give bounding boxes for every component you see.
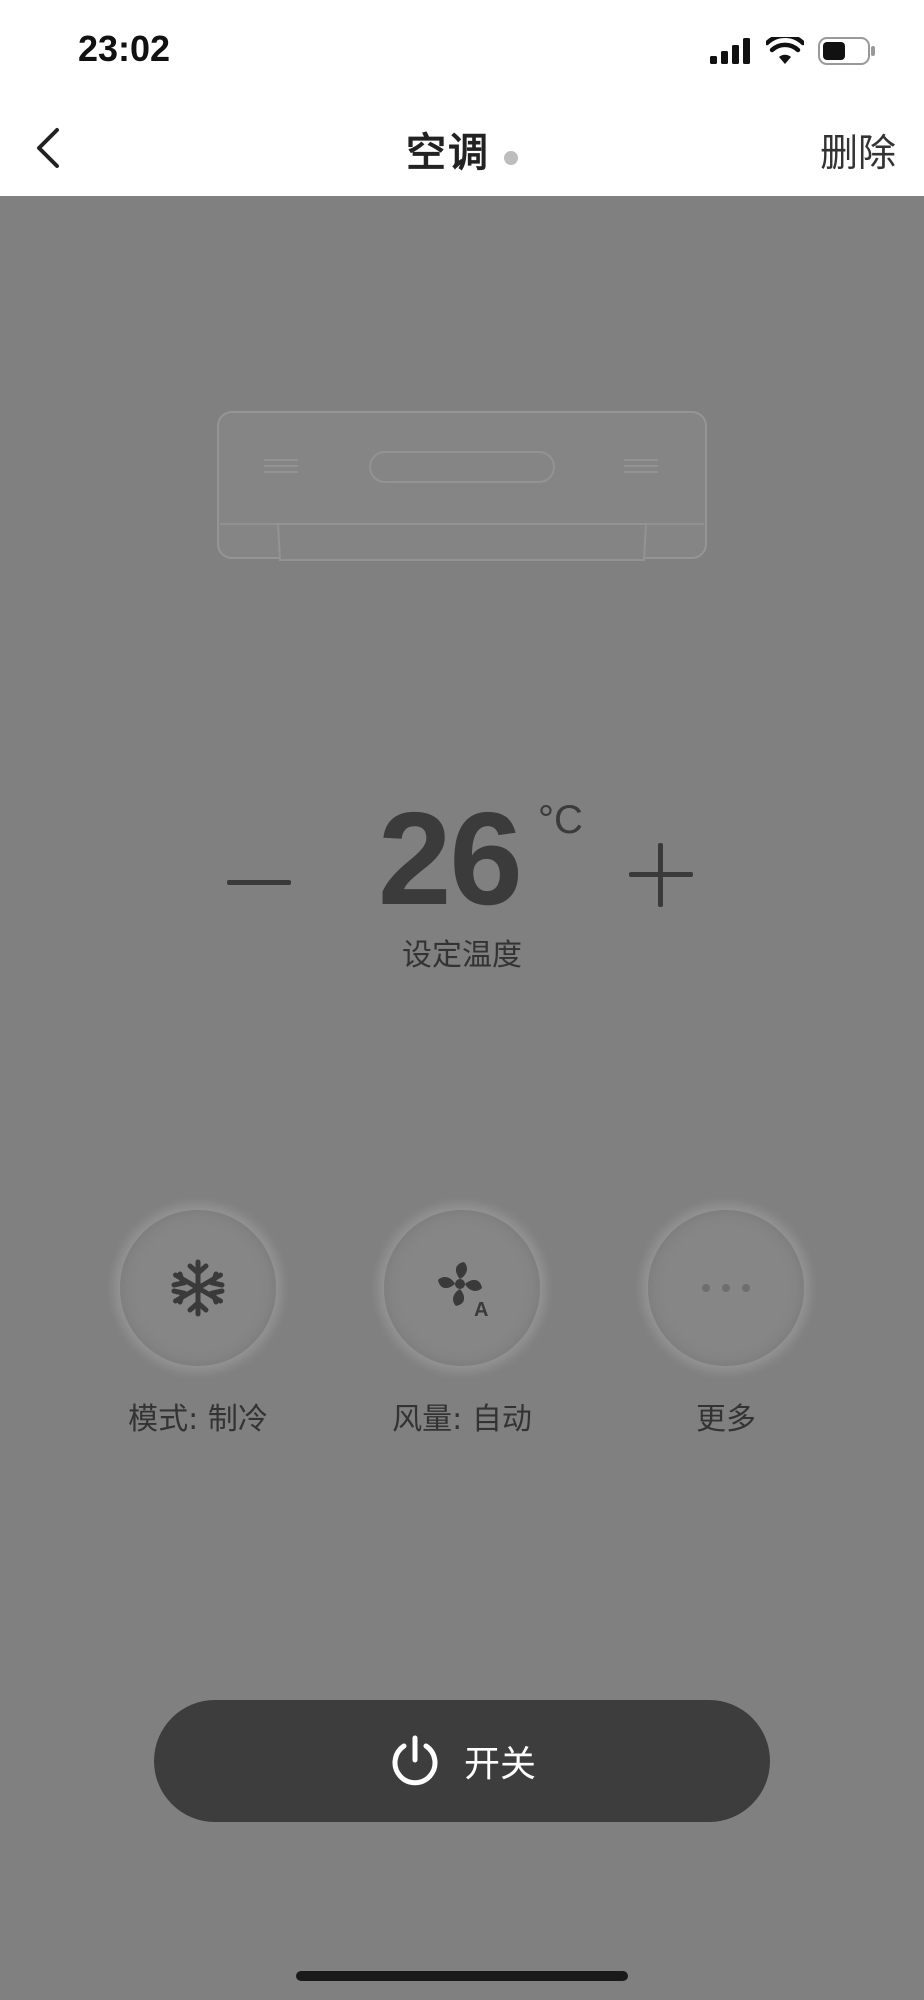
decrease-temperature-button[interactable] [224,860,294,904]
status-icons [710,34,876,68]
more-icon [702,1284,750,1292]
mode-label: 模式: 制冷 [128,1402,268,1437]
status-bar: 23:02 [0,0,924,100]
fan-auto-icon: A [438,1262,488,1320]
more-control[interactable]: 更多 [626,1210,826,1438]
mode-control[interactable]: 模式: 制冷 [98,1210,298,1438]
plus-icon-vertical [658,843,663,907]
fan-speed-button[interactable]: A [384,1210,540,1366]
fan-speed-control[interactable]: A 风量: 自动 [362,1210,562,1438]
status-dot [504,150,518,165]
status-time: 23:02 [78,28,171,69]
battery-icon [818,37,875,65]
temperature-label: 设定温度 [402,938,522,973]
more-button[interactable] [648,1210,804,1366]
page-title: 空调 [406,130,490,176]
signal-icon [710,38,750,64]
delete-button[interactable]: 删除 [820,122,896,177]
control-row: 模式: 制冷 A 风量: 自动 更多 [0,1210,924,1440]
air-conditioner-illustration [216,410,708,562]
svg-text:A: A [474,1299,488,1320]
power-icon [392,1735,438,1786]
more-label: 更多 [696,1402,756,1437]
wifi-icon [766,37,804,64]
temperature-value: 26 [378,785,523,932]
snowflake-icon [171,1259,225,1317]
temperature-unit: °C [538,798,583,842]
nav-bar: 空调 删除 [0,100,924,196]
increase-temperature-button[interactable] [626,840,696,910]
title-area: 空调 [0,120,924,178]
power-button[interactable]: 开关 [154,1700,770,1822]
temperature-control: 26 °C 设定温度 [0,780,924,980]
power-label: 开关 [463,1744,536,1785]
minus-icon [227,879,291,885]
home-indicator[interactable] [296,1971,628,1981]
mode-button[interactable] [120,1210,276,1366]
fan-speed-label: 风量: 自动 [392,1402,532,1437]
